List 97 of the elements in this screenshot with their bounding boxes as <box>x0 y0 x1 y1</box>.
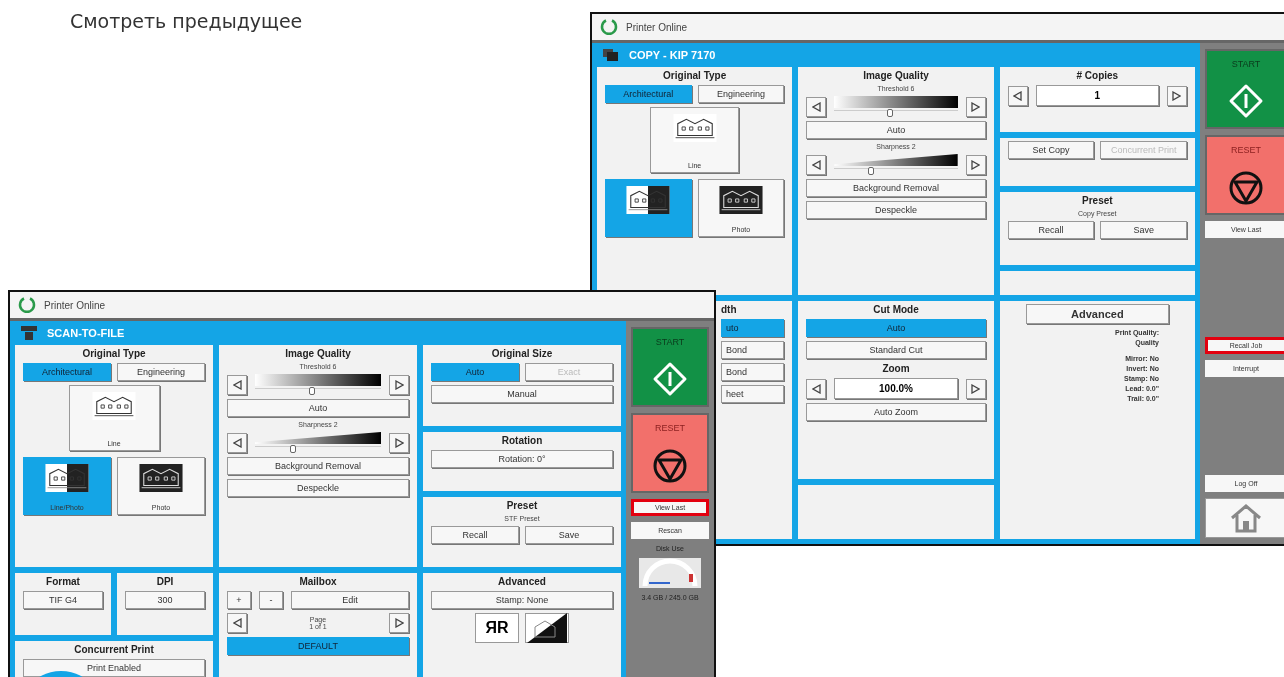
section-heading: Mailbox <box>298 576 338 587</box>
arrow-right-icon[interactable] <box>389 374 409 395</box>
building-picture <box>672 114 717 142</box>
list-option[interactable]: Bond <box>721 363 785 381</box>
section-heading: Original Type <box>662 70 728 81</box>
mode-title: COPY - KIP 7170 <box>629 49 716 61</box>
action-button[interactable]: Background Removal <box>227 457 409 475</box>
arrow-right-icon[interactable] <box>965 154 986 175</box>
action-button[interactable]: TIF G4 <box>23 591 103 609</box>
arrow-right-icon[interactable] <box>389 432 409 453</box>
action-button[interactable]: Despeckle <box>227 479 409 497</box>
arrow-left-icon[interactable] <box>227 374 247 395</box>
arrow-left-icon[interactable] <box>1007 85 1028 106</box>
section-heading: Cut Mode <box>872 304 920 315</box>
remove-button[interactable]: - <box>259 591 283 609</box>
list-option[interactable]: heet <box>721 385 785 403</box>
building-picture <box>719 186 763 214</box>
section-heading: Rotation <box>500 435 544 446</box>
copy-icon <box>603 49 619 61</box>
slider-thumb[interactable] <box>886 109 893 117</box>
action-button[interactable]: Print Enabled <box>23 659 205 677</box>
arrow-right-icon[interactable] <box>1167 85 1187 106</box>
invert-button[interactable] <box>525 613 569 643</box>
mirror-button[interactable]: ЯR <box>475 613 519 643</box>
section-heading: Image Quality <box>862 70 930 81</box>
list-option[interactable]: Standard Cut <box>806 341 986 359</box>
advanced-button[interactable]: Advanced <box>1025 304 1169 324</box>
list-option[interactable]: Bond <box>721 341 785 359</box>
window-title: Printer Online <box>626 21 688 33</box>
option-button[interactable]: Engineering <box>697 85 785 103</box>
section-heading: Image Quality <box>284 348 352 359</box>
status-ring-icon <box>18 296 36 314</box>
building-icon <box>527 613 567 643</box>
section-heading: Zoom <box>881 363 911 374</box>
stop-icon <box>1229 171 1263 205</box>
arrow-right-icon[interactable] <box>965 378 986 399</box>
arrow-left-icon[interactable] <box>227 613 247 633</box>
action-button[interactable]: Auto <box>806 121 986 139</box>
start-icon <box>652 361 688 397</box>
scanner-icon <box>21 326 37 340</box>
action-button[interactable]: 300 <box>125 591 205 609</box>
edit-button[interactable]: Edit <box>291 591 409 609</box>
add-button[interactable]: + <box>227 591 251 609</box>
value-field[interactable]: 1 <box>1035 85 1159 106</box>
building-picture <box>139 464 183 492</box>
arrow-right-icon[interactable] <box>389 613 409 633</box>
disk-gauge <box>639 558 701 588</box>
list-option[interactable]: DEFAULT <box>227 637 409 655</box>
window-title: Printer Online <box>44 299 106 311</box>
arrow-left-icon[interactable] <box>806 96 827 117</box>
section-heading: Original Type <box>81 348 147 359</box>
value-field[interactable]: 100.0% <box>834 378 958 399</box>
action-button[interactable]: Rotation: 0° <box>431 450 613 468</box>
slider-thumb[interactable] <box>308 387 315 395</box>
option-button[interactable]: Architectural <box>605 85 692 103</box>
building-picture <box>45 464 89 492</box>
section-heading: Preset <box>1081 194 1114 206</box>
section-heading: Concurrent Print <box>73 644 155 655</box>
option-button[interactable]: Set Copy <box>1007 141 1095 160</box>
list-option[interactable]: uto <box>721 319 785 337</box>
arrow-left-icon[interactable] <box>806 378 827 399</box>
section-heading: Original Size <box>490 348 554 359</box>
arrow-left-icon[interactable] <box>806 154 827 175</box>
arrow-left-icon[interactable] <box>227 432 247 453</box>
list-option[interactable]: Auto <box>806 319 986 337</box>
section-heading: Advanced <box>497 576 547 587</box>
option-button[interactable]: Auto <box>431 363 519 381</box>
home-button[interactable] <box>1205 498 1284 538</box>
slider-thumb[interactable] <box>289 445 296 453</box>
section-heading: DPI <box>155 576 175 587</box>
option-button[interactable]: Recall <box>431 526 519 544</box>
action-button[interactable]: Background Removal <box>806 179 986 197</box>
home-icon <box>1229 503 1263 533</box>
start-icon <box>1228 83 1264 119</box>
slider-thumb[interactable] <box>868 167 875 175</box>
section-heading: # Copies <box>1075 70 1120 81</box>
option-button[interactable]: Engineering <box>117 363 205 381</box>
mode-title: SCAN-TO-FILE <box>47 327 125 339</box>
action-button[interactable]: Auto Zoom <box>806 403 986 421</box>
status-ring-icon <box>600 18 618 36</box>
section-heading: Preset <box>505 500 539 511</box>
section-heading: Format <box>45 576 81 587</box>
option-button[interactable]: Save <box>525 526 613 544</box>
original-type-tile[interactable] <box>605 179 692 237</box>
option-button[interactable]: Recall <box>1007 220 1095 239</box>
stop-icon <box>653 449 687 483</box>
page-heading: Смотреть предыдущее <box>70 10 303 32</box>
building-picture <box>626 186 671 214</box>
building-picture <box>92 392 136 420</box>
action-button[interactable]: Manual <box>431 385 613 403</box>
arrow-right-icon[interactable] <box>965 96 986 117</box>
action-button[interactable]: Stamp: None <box>431 591 613 609</box>
action-button[interactable]: Despeckle <box>806 201 986 219</box>
section-heading: dth <box>721 304 738 315</box>
option-button[interactable]: Architectural <box>23 363 111 381</box>
action-button[interactable]: Auto <box>227 399 409 417</box>
option-button[interactable]: Save <box>1100 220 1187 239</box>
